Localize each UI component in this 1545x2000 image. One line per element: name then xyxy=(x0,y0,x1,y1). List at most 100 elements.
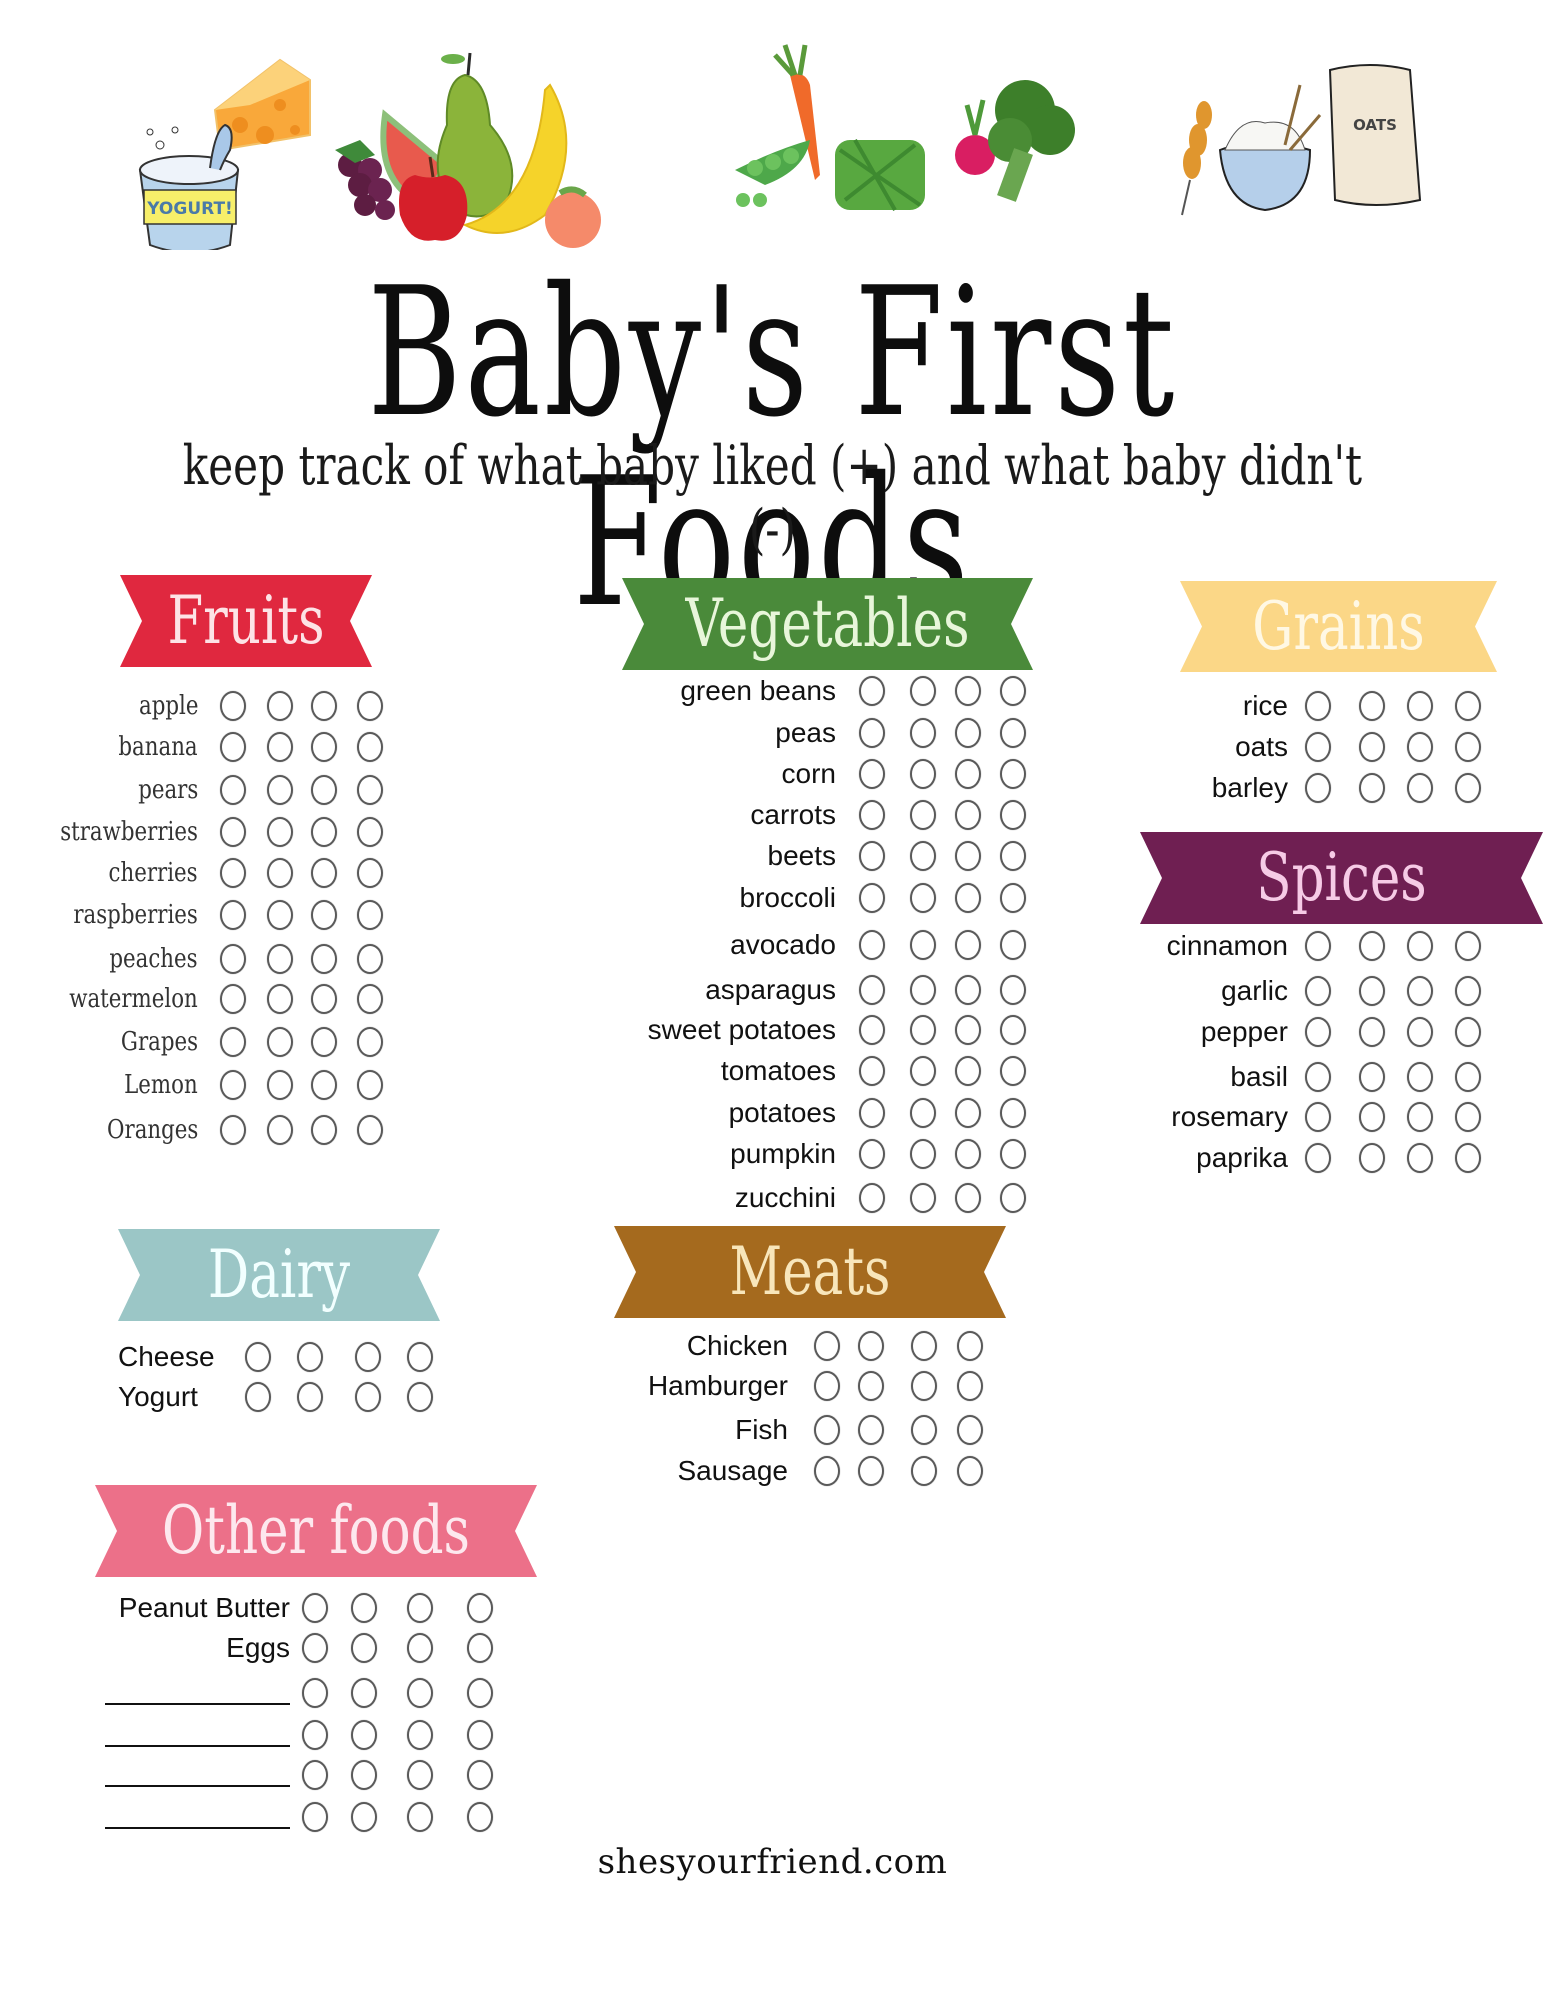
rating-circle-4[interactable] xyxy=(1455,1017,1481,1047)
food-label: garlic xyxy=(1221,975,1288,1006)
rating-circle-4[interactable] xyxy=(1455,691,1481,721)
rating-circle-1[interactable] xyxy=(859,1183,885,1213)
rating-circle-2[interactable] xyxy=(351,1720,377,1750)
write-in-blank-line[interactable] xyxy=(105,1797,290,1829)
rating-circle-4[interactable] xyxy=(1000,841,1026,871)
rating-circle-1[interactable] xyxy=(859,841,885,871)
rating-circle-1[interactable] xyxy=(302,1593,328,1623)
rating-circle-1[interactable] xyxy=(814,1415,840,1445)
rating-circle-1[interactable] xyxy=(814,1371,840,1401)
rating-circle-3[interactable] xyxy=(911,1331,937,1361)
rating-circle-4[interactable] xyxy=(1000,883,1026,913)
food-label: paprika xyxy=(1196,1142,1288,1173)
rating-circle-4[interactable] xyxy=(1455,1102,1481,1132)
rating-circle-4[interactable] xyxy=(467,1802,493,1832)
rating-circle-2[interactable] xyxy=(1359,773,1385,803)
rating-circle-1[interactable] xyxy=(1305,691,1331,721)
rating-circle-1[interactable] xyxy=(1305,773,1331,803)
rating-circle-2[interactable] xyxy=(910,841,936,871)
rating-circle-4[interactable] xyxy=(1455,1062,1481,1092)
rating-circle-1[interactable] xyxy=(1305,976,1331,1006)
rating-circle-1[interactable] xyxy=(1305,931,1331,961)
rating-circle-4[interactable] xyxy=(957,1331,983,1361)
rating-circle-1[interactable] xyxy=(814,1331,840,1361)
grains-food-row: rice xyxy=(0,686,1545,726)
rating-circle-2[interactable] xyxy=(910,1183,936,1213)
other-food-row xyxy=(0,1673,1545,1713)
rating-circle-1[interactable] xyxy=(302,1678,328,1708)
rating-circle-2[interactable] xyxy=(351,1633,377,1663)
rating-circle-3[interactable] xyxy=(1407,976,1433,1006)
rating-circle-2[interactable] xyxy=(1359,1102,1385,1132)
rating-circle-3[interactable] xyxy=(955,841,981,871)
rating-circle-4[interactable] xyxy=(1455,931,1481,961)
rating-circle-2[interactable] xyxy=(1359,1143,1385,1173)
rating-circle-2[interactable] xyxy=(910,883,936,913)
rating-circle-4[interactable] xyxy=(1455,732,1481,762)
rating-circle-3[interactable] xyxy=(407,1802,433,1832)
rating-circle-1[interactable] xyxy=(302,1720,328,1750)
rating-circle-1[interactable] xyxy=(814,1456,840,1486)
rating-circle-4[interactable] xyxy=(467,1678,493,1708)
rating-circle-4[interactable] xyxy=(467,1593,493,1623)
other-banner: Other foods xyxy=(95,1485,537,1577)
rating-circle-1[interactable] xyxy=(302,1802,328,1832)
dairy-section-title: Dairy xyxy=(207,1236,351,1313)
rating-circle-1[interactable] xyxy=(1305,1143,1331,1173)
rating-circle-2[interactable] xyxy=(351,1760,377,1790)
rating-circle-2[interactable] xyxy=(1359,691,1385,721)
rating-circle-2[interactable] xyxy=(858,1371,884,1401)
write-in-blank-line[interactable] xyxy=(105,1715,290,1747)
rating-circle-3[interactable] xyxy=(407,1633,433,1663)
rating-circle-3[interactable] xyxy=(911,1456,937,1486)
rating-circle-1[interactable] xyxy=(302,1633,328,1663)
rating-circle-4[interactable] xyxy=(1455,1143,1481,1173)
rating-circle-1[interactable] xyxy=(302,1760,328,1790)
rating-circle-3[interactable] xyxy=(407,1678,433,1708)
spices-section-title: Spices xyxy=(1256,839,1427,916)
rating-circle-2[interactable] xyxy=(351,1593,377,1623)
rating-circle-3[interactable] xyxy=(1407,1102,1433,1132)
rating-circle-3[interactable] xyxy=(1407,691,1433,721)
rating-circle-3[interactable] xyxy=(911,1371,937,1401)
rating-circle-3[interactable] xyxy=(1407,931,1433,961)
rating-circle-4[interactable] xyxy=(1455,976,1481,1006)
rating-circle-1[interactable] xyxy=(1305,1017,1331,1047)
rating-circle-3[interactable] xyxy=(911,1415,937,1445)
rating-circle-2[interactable] xyxy=(1359,976,1385,1006)
rating-circle-4[interactable] xyxy=(467,1720,493,1750)
rating-circle-3[interactable] xyxy=(955,1183,981,1213)
write-in-blank-line[interactable] xyxy=(105,1755,290,1787)
rating-circle-3[interactable] xyxy=(407,1760,433,1790)
rating-circle-2[interactable] xyxy=(351,1678,377,1708)
write-in-blank-line[interactable] xyxy=(105,1673,290,1705)
rating-circle-2[interactable] xyxy=(1359,1017,1385,1047)
rating-circle-1[interactable] xyxy=(859,883,885,913)
rating-circle-2[interactable] xyxy=(351,1802,377,1832)
rating-circle-4[interactable] xyxy=(1000,1183,1026,1213)
rating-circle-4[interactable] xyxy=(1455,773,1481,803)
rating-circle-2[interactable] xyxy=(1359,732,1385,762)
rating-circle-2[interactable] xyxy=(1359,931,1385,961)
rating-circle-2[interactable] xyxy=(858,1456,884,1486)
rating-circle-4[interactable] xyxy=(467,1760,493,1790)
rating-circle-3[interactable] xyxy=(1407,1017,1433,1047)
rating-circle-1[interactable] xyxy=(1305,732,1331,762)
rating-circle-2[interactable] xyxy=(858,1415,884,1445)
rating-circle-3[interactable] xyxy=(955,883,981,913)
rating-circle-4[interactable] xyxy=(957,1371,983,1401)
rating-circle-4[interactable] xyxy=(957,1456,983,1486)
rating-circle-4[interactable] xyxy=(957,1415,983,1445)
rating-circle-3[interactable] xyxy=(1407,732,1433,762)
rating-circle-2[interactable] xyxy=(1359,1062,1385,1092)
rating-circle-3[interactable] xyxy=(407,1593,433,1623)
rating-circle-1[interactable] xyxy=(1305,1062,1331,1092)
rating-circle-1[interactable] xyxy=(1305,1102,1331,1132)
rating-circle-3[interactable] xyxy=(1407,773,1433,803)
rating-circle-3[interactable] xyxy=(1407,1062,1433,1092)
rating-circle-3[interactable] xyxy=(407,1720,433,1750)
rating-circle-2[interactable] xyxy=(858,1331,884,1361)
rating-circle-3[interactable] xyxy=(1407,1143,1433,1173)
rating-circle-4[interactable] xyxy=(467,1633,493,1663)
other-food-row xyxy=(0,1797,1545,1837)
